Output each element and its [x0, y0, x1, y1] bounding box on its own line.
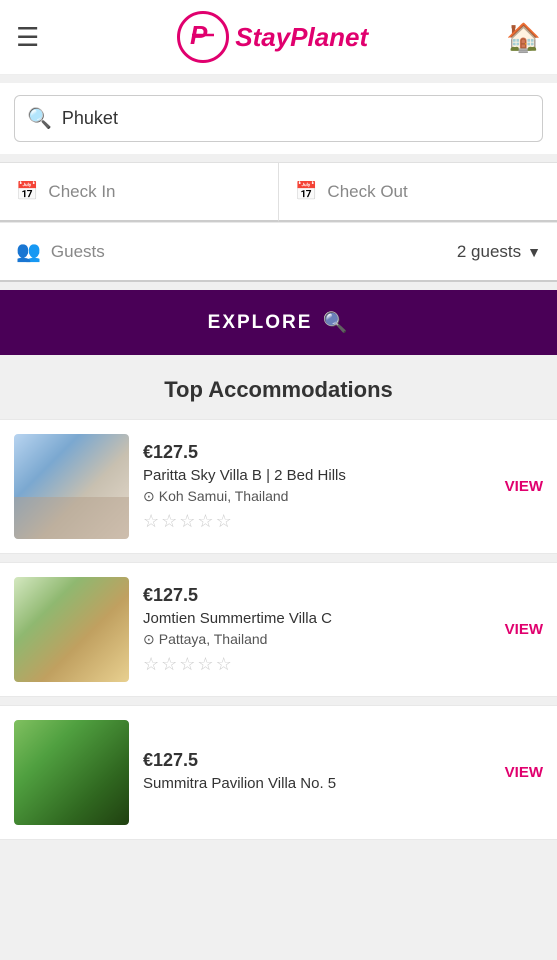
view-button-2[interactable]: VIEW — [505, 621, 543, 638]
guests-row[interactable]: 👥 Guests 2 guests ▼ — [0, 222, 557, 282]
explore-label: EXPLORE — [208, 312, 313, 334]
checkout-label: Check Out — [327, 182, 407, 202]
logo-text: StayPlanet — [235, 22, 368, 53]
accommodation-name-3: Summitra Pavilion Villa No. 5 — [143, 775, 495, 792]
guests-left: 👥 Guests — [16, 239, 105, 264]
hamburger-icon[interactable]: ☰ — [16, 22, 39, 53]
accommodation-stars-1: ☆ ☆ ☆ ☆ ☆ — [143, 511, 495, 532]
accommodation-info-2: €127.5 Jomtien Summertime Villa C ⊙ Patt… — [143, 585, 495, 675]
accommodation-card-1: €127.5 Paritta Sky Villa B | 2 Bed Hills… — [0, 419, 557, 554]
guests-count: 2 guests — [457, 242, 521, 262]
accommodation-location-1: ⊙ Koh Samui, Thailand — [143, 488, 495, 505]
logo-circle: P — [177, 11, 229, 63]
view-button-3[interactable]: VIEW — [505, 764, 543, 781]
search-icon: 🔍 — [27, 106, 52, 131]
checkout-field[interactable]: 📅 Check Out — [279, 163, 557, 222]
logo: P StayPlanet — [177, 11, 368, 63]
header: ☰ P StayPlanet 🏠 — [0, 0, 557, 75]
section-title: Top Accommodations — [0, 355, 557, 419]
accommodation-card-3: €127.5 Summitra Pavilion Villa No. 5 VIE… — [0, 705, 557, 840]
accommodation-card-2: €127.5 Jomtien Summertime Villa C ⊙ Patt… — [0, 562, 557, 697]
accommodation-image-2 — [14, 577, 129, 682]
accommodation-location-2: ⊙ Pattaya, Thailand — [143, 631, 495, 648]
checkin-label: Check In — [48, 182, 115, 202]
accommodation-name-2: Jomtien Summertime Villa C — [143, 610, 495, 627]
search-bar[interactable]: 🔍 — [14, 95, 543, 142]
explore-button[interactable]: EXPLORE 🔍 — [0, 290, 557, 355]
checkin-calendar-icon: 📅 — [16, 181, 38, 202]
logo-letter: P — [188, 20, 218, 55]
chevron-down-icon: ▼ — [527, 244, 541, 260]
accommodation-image-1 — [14, 434, 129, 539]
guests-value[interactable]: 2 guests ▼ — [457, 242, 541, 262]
accommodation-info-3: €127.5 Summitra Pavilion Villa No. 5 — [143, 750, 495, 796]
home-icon[interactable]: 🏠 — [506, 21, 541, 54]
guests-label: Guests — [51, 242, 105, 262]
checkin-field[interactable]: 📅 Check In — [0, 163, 279, 222]
accommodation-price-2: €127.5 — [143, 585, 495, 606]
accommodation-name-1: Paritta Sky Villa B | 2 Bed Hills — [143, 467, 495, 484]
view-button-1[interactable]: VIEW — [505, 478, 543, 495]
accommodation-info-1: €127.5 Paritta Sky Villa B | 2 Bed Hills… — [143, 442, 495, 532]
explore-search-icon: 🔍 — [322, 310, 349, 335]
location-icon-2: ⊙ — [143, 631, 155, 648]
accommodation-stars-2: ☆ ☆ ☆ ☆ ☆ — [143, 654, 495, 675]
search-bar-container: 🔍 — [0, 83, 557, 154]
location-icon-1: ⊙ — [143, 488, 155, 505]
accommodations-list: €127.5 Paritta Sky Villa B | 2 Bed Hills… — [0, 419, 557, 840]
date-row: 📅 Check In 📅 Check Out — [0, 162, 557, 222]
accommodation-image-3 — [14, 720, 129, 825]
accommodation-price-3: €127.5 — [143, 750, 495, 771]
guests-icon: 👥 — [16, 239, 41, 264]
checkout-calendar-icon: 📅 — [295, 181, 317, 202]
search-input[interactable] — [62, 108, 530, 129]
accommodation-price-1: €127.5 — [143, 442, 495, 463]
